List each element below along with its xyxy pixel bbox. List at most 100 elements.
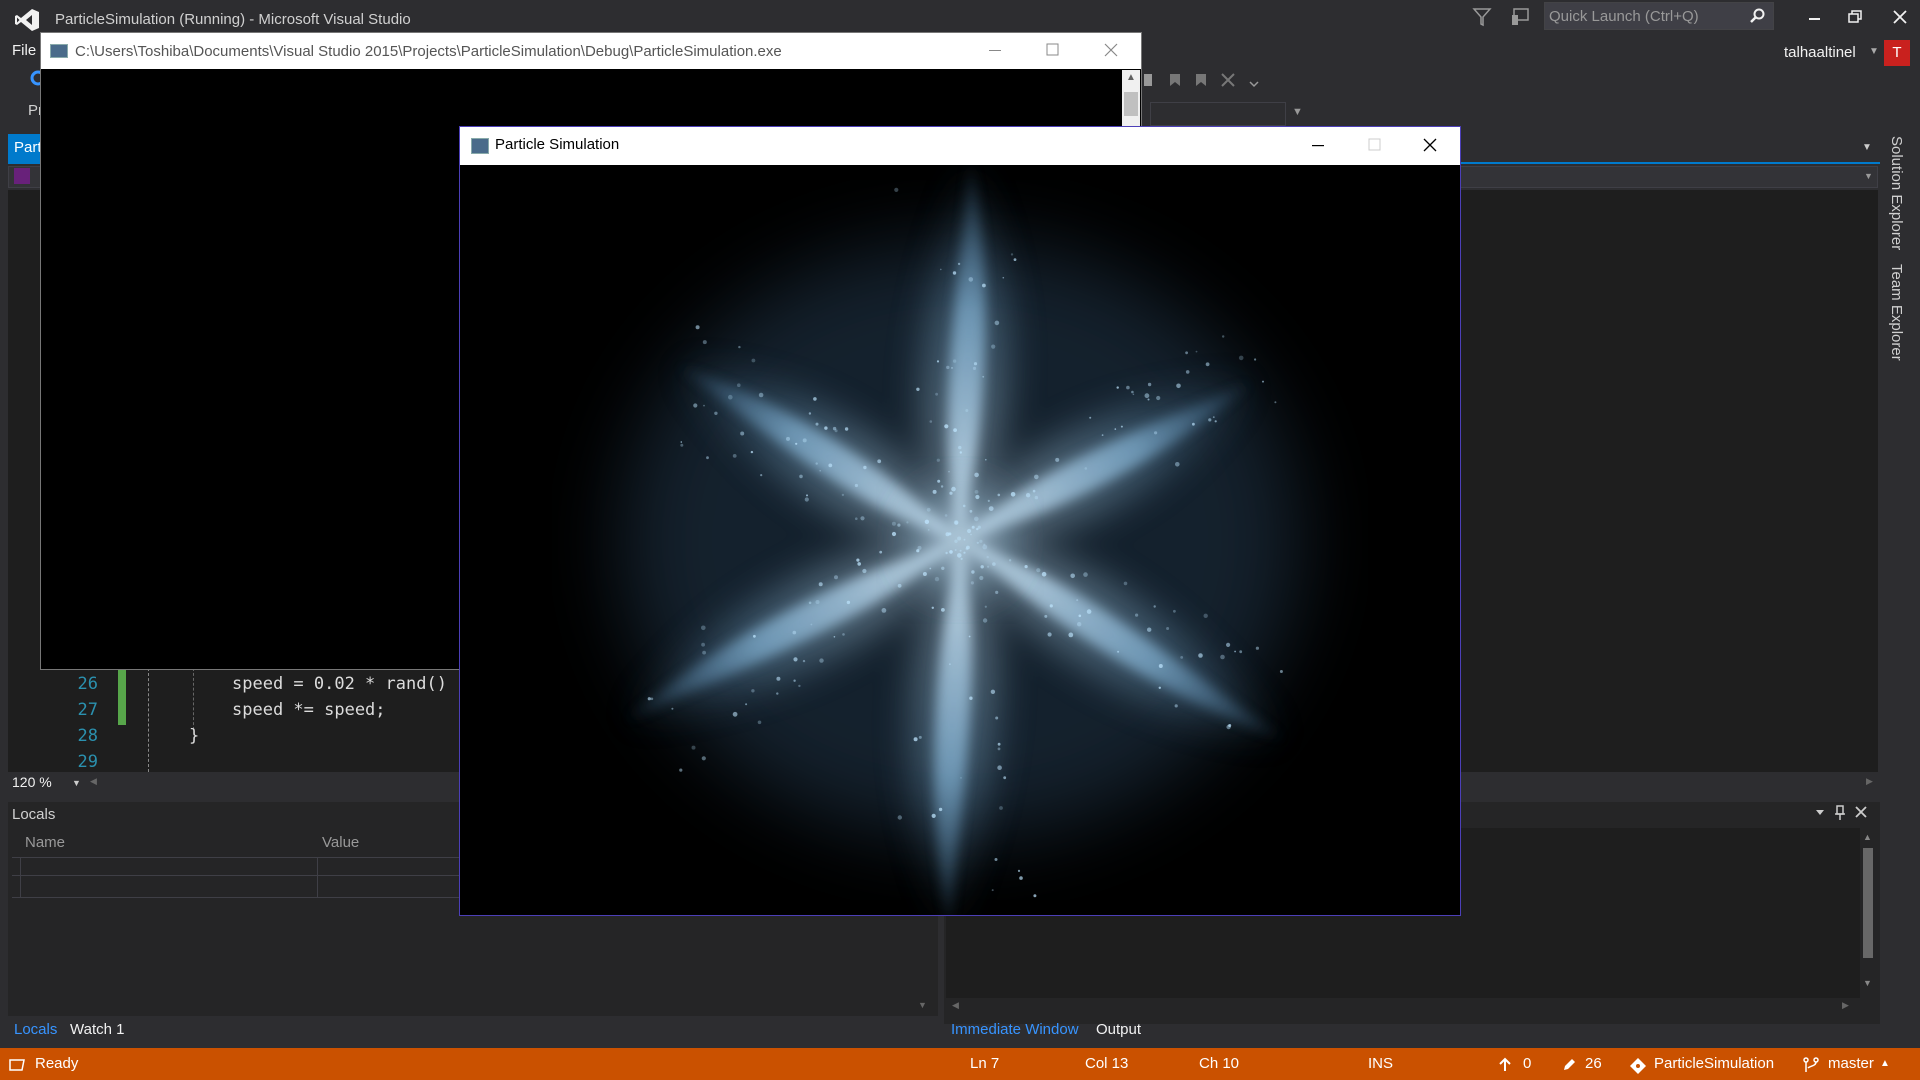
particle-minimize-button[interactable] xyxy=(1300,130,1336,160)
particle-speck xyxy=(931,813,936,819)
particle-speck xyxy=(1166,627,1170,630)
filter-icon[interactable] xyxy=(1472,6,1492,28)
particle-speck xyxy=(924,519,930,524)
particle-speck xyxy=(881,608,887,613)
restore-button[interactable] xyxy=(1835,0,1875,34)
chevron-down-icon[interactable]: ▼ xyxy=(1864,171,1873,181)
particle-speck xyxy=(918,735,922,739)
particle-speck xyxy=(897,583,902,588)
particle-speck xyxy=(745,703,748,706)
search-icon[interactable] xyxy=(1749,8,1765,24)
feedback-icon[interactable] xyxy=(1510,6,1532,28)
scroll-up-icon[interactable]: ▲ xyxy=(1863,832,1872,842)
particle-speck xyxy=(953,520,959,525)
tab-immediate-window[interactable]: Immediate Window xyxy=(951,1021,1079,1038)
scroll-right-icon[interactable]: ▶ xyxy=(1866,776,1873,787)
particle-speck xyxy=(979,575,984,581)
column-header-value[interactable]: Value xyxy=(322,834,359,851)
chevron-down-icon[interactable]: ▼ xyxy=(1869,46,1879,57)
particle-speck xyxy=(793,657,798,662)
configuration-dropdown[interactable] xyxy=(1150,102,1286,126)
code-line[interactable]: } xyxy=(189,726,199,746)
panel-controls[interactable] xyxy=(1814,804,1874,822)
tab-team-explorer[interactable]: Team Explorer xyxy=(1888,264,1905,361)
particle-speck xyxy=(1279,670,1283,673)
bookmark-icons[interactable] xyxy=(1140,70,1260,92)
status-branch[interactable]: master xyxy=(1828,1055,1874,1072)
console-close-button[interactable] xyxy=(1094,36,1128,64)
status-project[interactable]: ParticleSimulation xyxy=(1654,1055,1774,1072)
user-name[interactable]: talhaaltinel xyxy=(1784,44,1856,61)
particle-speck xyxy=(863,465,867,470)
particle-speck xyxy=(927,529,930,531)
code-line[interactable]: speed = 0.02 * rand() xyxy=(232,674,447,694)
particle-speck xyxy=(819,469,821,472)
git-repo-icon[interactable] xyxy=(1629,1057,1647,1079)
particle-speck xyxy=(1008,559,1012,562)
status-changes-count[interactable]: 26 xyxy=(1585,1055,1602,1072)
particle-speck xyxy=(813,397,817,401)
particle-speck xyxy=(968,635,971,638)
pencil-icon[interactable] xyxy=(1561,1057,1577,1077)
particle-canvas[interactable] xyxy=(460,165,1460,915)
scroll-right-icon[interactable]: ▶ xyxy=(1842,1000,1849,1011)
arrow-up-icon[interactable] xyxy=(1498,1057,1512,1077)
particle-speck xyxy=(962,504,966,508)
particle-speck xyxy=(1126,385,1130,390)
particle-close-button[interactable] xyxy=(1412,130,1448,160)
close-button[interactable] xyxy=(1880,0,1920,34)
scrollbar-thumb[interactable] xyxy=(1124,92,1138,116)
particle-speck xyxy=(701,642,705,647)
git-branch-icon[interactable] xyxy=(1802,1056,1820,1078)
particle-speck xyxy=(1222,335,1225,338)
particle-speck xyxy=(1032,489,1036,493)
particle-speck xyxy=(793,679,796,682)
particle-speck xyxy=(1226,724,1231,730)
particle-speck xyxy=(926,507,931,512)
particle-speck xyxy=(1238,355,1244,361)
particle-speck xyxy=(738,345,741,349)
particle-speck xyxy=(815,600,820,604)
scroll-down-icon[interactable]: ▼ xyxy=(918,1000,927,1010)
scroll-up-icon[interactable]: ▲ xyxy=(1126,72,1136,83)
particle-speck xyxy=(936,360,940,363)
particle-speck xyxy=(999,806,1003,810)
menu-file[interactable]: File xyxy=(12,42,36,59)
chevron-down-icon[interactable]: ▼ xyxy=(72,778,81,788)
scroll-left-icon[interactable]: ◀ xyxy=(952,1000,959,1011)
particle-speck xyxy=(988,506,994,511)
console-minimize-button[interactable] xyxy=(978,36,1012,64)
tab-watch-1[interactable]: Watch 1 xyxy=(70,1021,124,1038)
zoom-level[interactable]: 120 % xyxy=(12,774,52,790)
particle-speck xyxy=(1176,383,1181,389)
minimize-button[interactable] xyxy=(1795,0,1835,34)
code-line[interactable]: speed *= speed; xyxy=(232,700,386,720)
particle-speck xyxy=(979,539,983,543)
quick-launch-input[interactable]: Quick Launch (Ctrl+Q) xyxy=(1544,2,1774,30)
particle-speck xyxy=(949,663,951,666)
particle-speck xyxy=(808,412,812,415)
tab-solution-explorer[interactable]: Solution Explorer xyxy=(1888,136,1905,250)
particle-speck xyxy=(972,366,977,370)
column-header-name[interactable]: Name xyxy=(25,834,65,851)
scroll-left-icon[interactable]: ◀ xyxy=(90,776,97,787)
status-unpushed-count[interactable]: 0 xyxy=(1523,1055,1531,1072)
particle-speck xyxy=(1158,686,1161,689)
particle-speck xyxy=(958,445,962,450)
particle-speck xyxy=(1175,462,1180,467)
tab-output[interactable]: Output xyxy=(1096,1021,1141,1038)
scrollbar-thumb[interactable] xyxy=(1863,848,1873,958)
particle-speck xyxy=(1198,653,1203,658)
scroll-down-icon[interactable]: ▼ xyxy=(1863,978,1872,988)
particle-speck xyxy=(1010,253,1014,256)
particle-speck xyxy=(1156,395,1161,401)
particle-speck xyxy=(751,689,755,693)
particle-speck xyxy=(760,474,763,477)
console-maximize-button[interactable] xyxy=(1036,36,1070,64)
avatar[interactable]: T xyxy=(1884,40,1910,66)
particle-speck xyxy=(1010,492,1016,497)
chevron-up-icon[interactable]: ▲ xyxy=(1880,1058,1890,1069)
tab-locals[interactable]: Locals xyxy=(14,1021,57,1038)
toolbar-overflow-icon[interactable]: ▼ xyxy=(1292,106,1303,118)
tab-dropdown-icon[interactable]: ▼ xyxy=(1862,142,1872,153)
